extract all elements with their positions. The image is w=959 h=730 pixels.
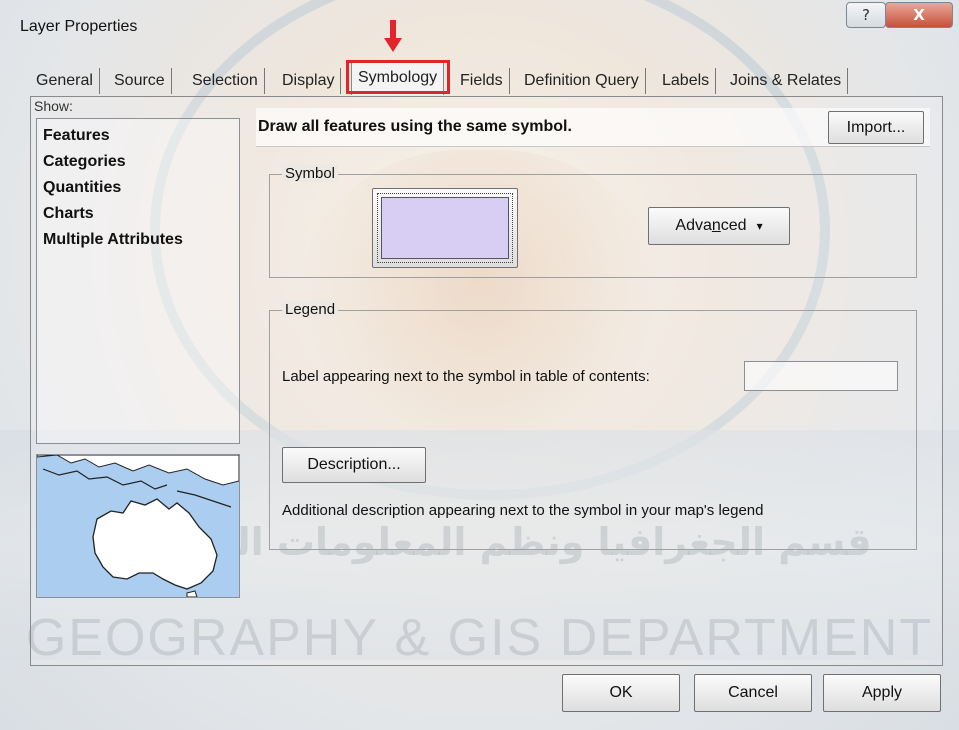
symbol-button[interactable] <box>372 188 518 268</box>
help-icon: ? <box>862 6 870 24</box>
description-text: Additional description appearing next to… <box>282 502 764 519</box>
advanced-button[interactable]: Advanced ▾ <box>648 207 790 245</box>
tab-labels[interactable]: Labels <box>656 68 717 94</box>
legend-label-text: Label appearing next to the symbol in ta… <box>282 368 650 385</box>
show-item-charts[interactable]: Charts <box>43 205 94 223</box>
window-title: Layer Properties <box>20 18 138 35</box>
tab-source[interactable]: Source <box>108 68 172 94</box>
tab-definition-query[interactable]: Definition Query <box>518 68 646 94</box>
description-button[interactable]: Description... <box>282 447 426 483</box>
legend-group-label: Legend <box>282 301 339 318</box>
preview-map <box>36 454 240 598</box>
show-item-features[interactable]: Features <box>43 127 110 145</box>
show-label: Show: <box>34 98 73 114</box>
australia-map-icon <box>36 454 240 598</box>
close-icon: X <box>913 6 925 24</box>
symbol-group: Symbol <box>269 165 917 278</box>
apply-button[interactable]: Apply <box>823 674 941 712</box>
symbology-highlight-box <box>346 60 450 94</box>
advanced-label: Advanced <box>675 217 747 234</box>
legend-label-input[interactable] <box>744 361 898 391</box>
show-item-quantities[interactable]: Quantities <box>43 179 121 197</box>
show-item-categories[interactable]: Categories <box>43 153 126 171</box>
symbology-description: Draw all features using the same symbol. <box>258 118 572 135</box>
symbol-group-label: Symbol <box>282 165 339 182</box>
ok-button[interactable]: OK <box>562 674 680 712</box>
title-bar: Layer Properties ? X <box>0 0 959 56</box>
tab-joins-relates[interactable]: Joins & Relates <box>724 68 849 94</box>
import-button[interactable]: Import... <box>828 111 924 144</box>
tab-general[interactable]: General <box>30 68 100 94</box>
symbol-swatch <box>377 193 513 263</box>
help-button[interactable]: ? <box>846 2 886 28</box>
show-item-multiple-attributes[interactable]: Multiple Attributes <box>43 231 183 249</box>
show-list: Features Categories Quantities Charts Mu… <box>36 118 240 444</box>
cancel-button[interactable]: Cancel <box>694 674 812 712</box>
tab-display[interactable]: Display <box>276 68 342 94</box>
chevron-down-icon: ▾ <box>756 219 763 233</box>
tab-fields[interactable]: Fields <box>454 68 510 94</box>
tab-selection[interactable]: Selection <box>186 68 265 94</box>
close-button[interactable]: X <box>885 2 953 28</box>
annotation-arrow-head-icon <box>384 38 402 52</box>
